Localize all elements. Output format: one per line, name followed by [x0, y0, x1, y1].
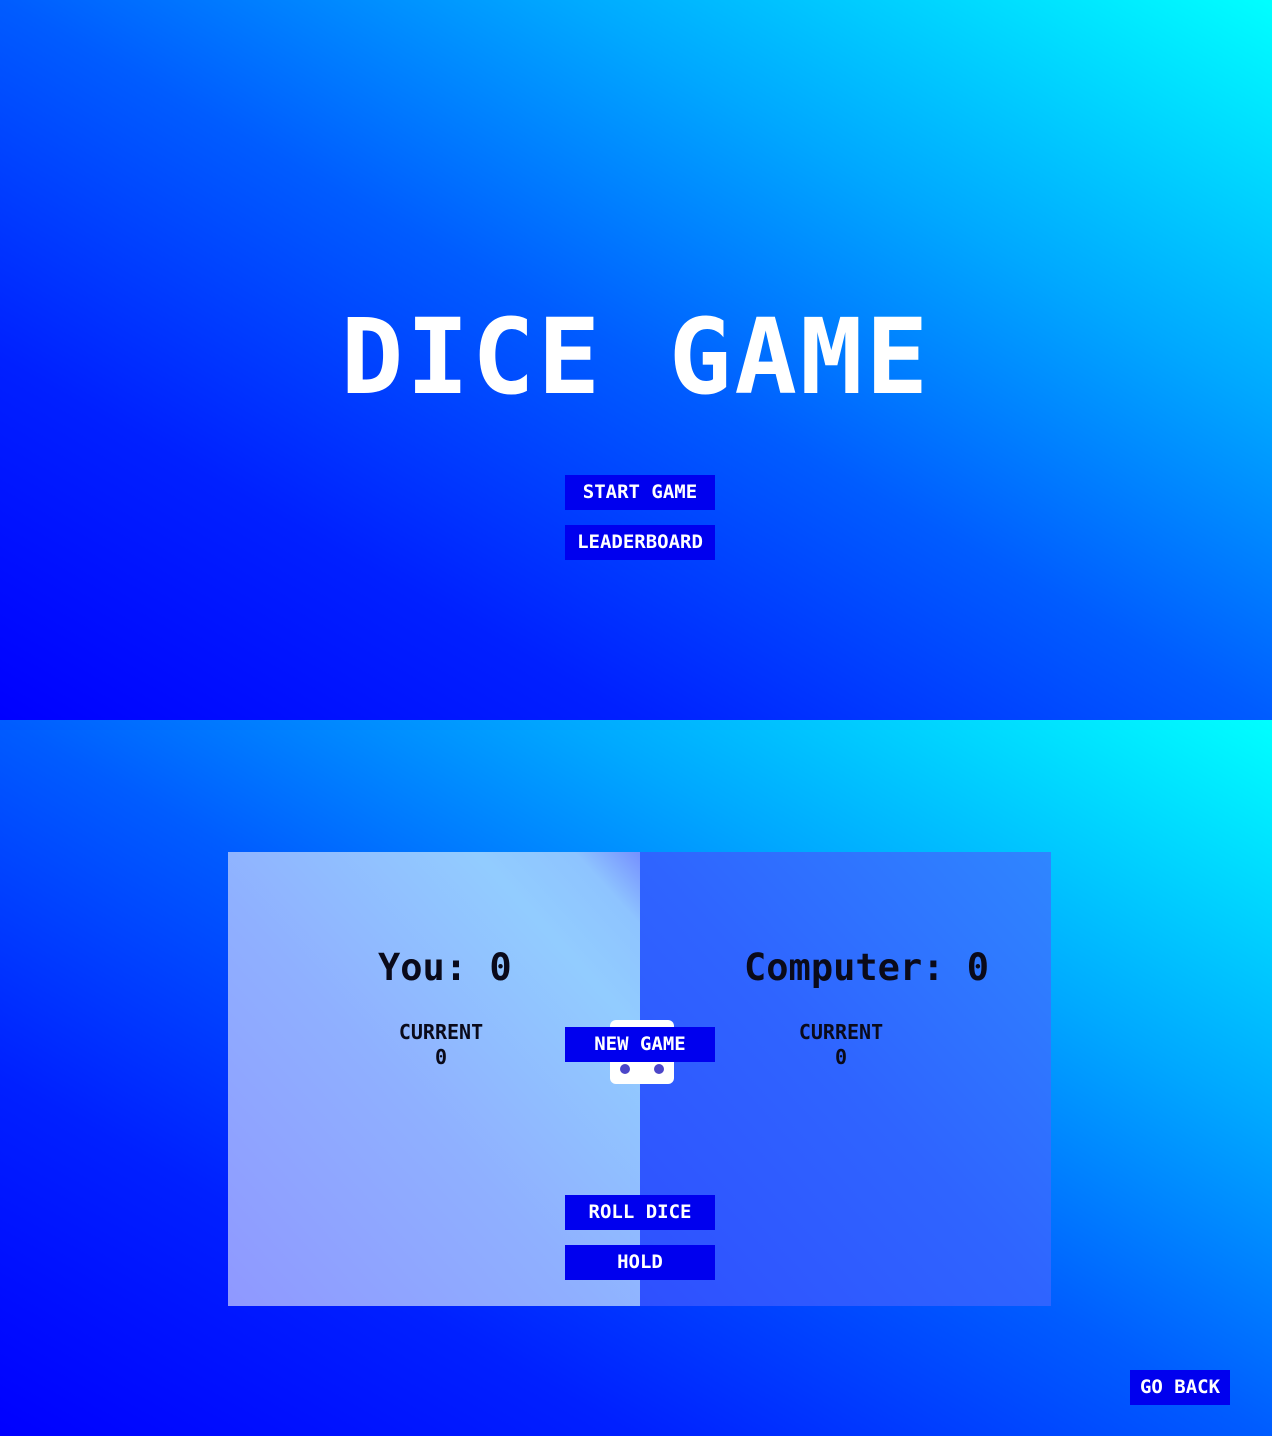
computer-panel [640, 852, 1051, 1306]
roll-dice-button[interactable]: ROLL DICE [565, 1195, 715, 1230]
die-pip [620, 1064, 630, 1074]
new-game-button[interactable]: NEW GAME [565, 1027, 715, 1062]
player-current-label: CURRENT [398, 1020, 484, 1044]
computer-current-value: 0 [834, 1045, 848, 1069]
hold-button[interactable]: HOLD [565, 1245, 715, 1280]
computer-current-label: CURRENT [798, 1020, 884, 1044]
die-pip [654, 1064, 664, 1074]
go-back-button[interactable]: GO BACK [1130, 1370, 1230, 1405]
player-panel [228, 852, 640, 1306]
menu-screen: DICE GAME START GAME LEADERBOARD [0, 0, 1272, 720]
game-board: You: 0 Computer: 0 CURRENT 0 CURRENT 0 N… [228, 852, 1051, 1306]
computer-current: CURRENT 0 [781, 1020, 901, 1070]
player-score: You: 0 [378, 946, 512, 989]
player-current: CURRENT 0 [381, 1020, 501, 1070]
game-title: DICE GAME [340, 296, 932, 418]
game-screen: You: 0 Computer: 0 CURRENT 0 CURRENT 0 N… [0, 720, 1272, 1436]
computer-score: Computer: 0 [744, 946, 990, 989]
start-game-button[interactable]: START GAME [565, 475, 715, 510]
leaderboard-button[interactable]: LEADERBOARD [565, 525, 715, 560]
player-current-value: 0 [434, 1045, 448, 1069]
